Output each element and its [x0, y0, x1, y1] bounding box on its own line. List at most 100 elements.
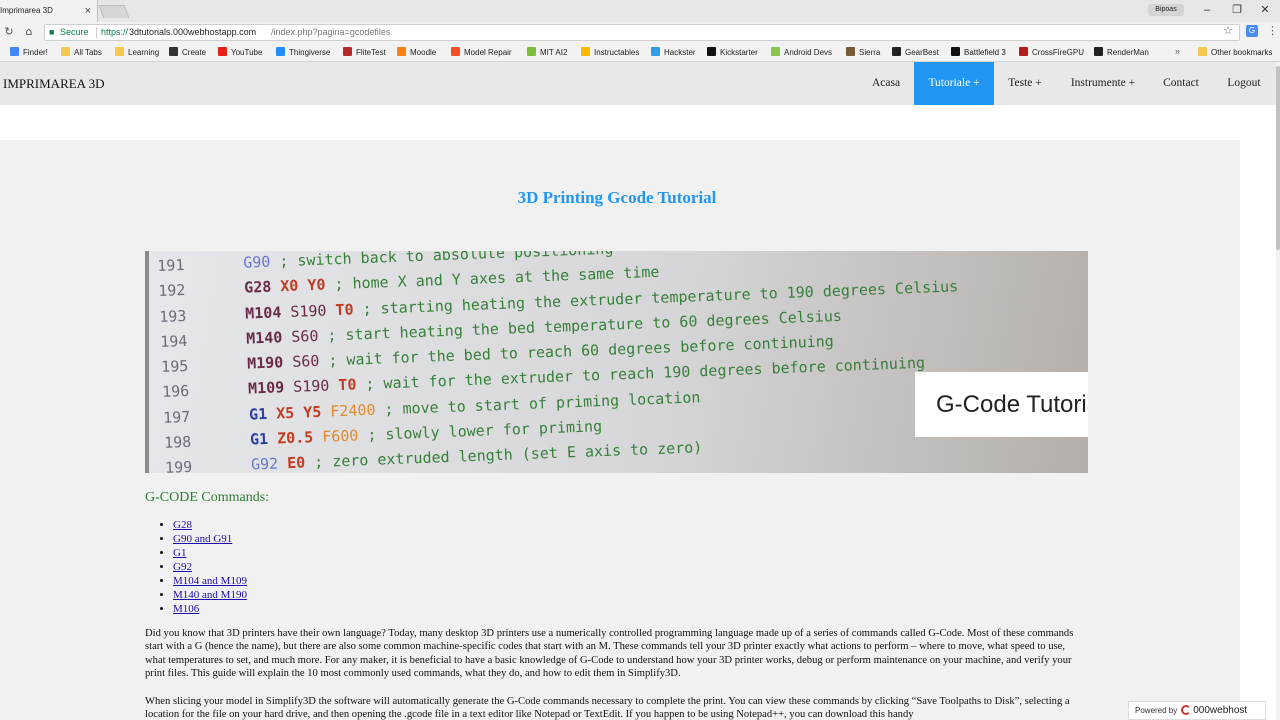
- kickstarter-icon: [707, 47, 716, 56]
- bookmark-finder-[interactable]: Finder!: [10, 46, 48, 59]
- gcode-parameter: Y5: [302, 402, 322, 422]
- bookmark-label: CrossFireGPU: [1032, 48, 1085, 57]
- hero-edge: [145, 251, 149, 473]
- bookmark-youtube[interactable]: YouTube: [218, 46, 262, 59]
- hero-label: G-Code Tutorial: [915, 372, 1088, 437]
- main-content: 3D Printing Gcode Tutorial 191 G90 ; swit…: [0, 140, 1240, 720]
- crossfire-icon: [1019, 47, 1028, 56]
- translate-extension-icon[interactable]: G: [1246, 25, 1258, 37]
- gcode-parameter: X5: [275, 403, 295, 423]
- command-link[interactable]: M104 and M109: [173, 575, 247, 587]
- nav-acasa[interactable]: Acasa: [858, 62, 914, 105]
- other-bookmarks-label: Other bookmarks: [1211, 48, 1273, 57]
- line-number: 196: [161, 382, 190, 402]
- address-bar[interactable]: ■ Secure https:// 3dtutorials.000webhost…: [44, 24, 1240, 41]
- bookmark-hackster[interactable]: Hackster: [651, 46, 696, 59]
- new-tab-button[interactable]: [98, 5, 130, 18]
- bookmark-label: Moodle: [410, 48, 437, 57]
- bookmark-mit-ai2[interactable]: MIT AI2: [527, 46, 567, 59]
- gcode-parameter: T0: [335, 300, 354, 319]
- scrollbar-thumb[interactable]: [1276, 66, 1280, 250]
- nav-logout[interactable]: Logout: [1212, 62, 1276, 105]
- bookmark-crossfiregpu[interactable]: CrossFireGPU: [1019, 46, 1084, 59]
- powered-by-badge[interactable]: Powered by 000webhost: [1128, 701, 1266, 720]
- bookmark-learning[interactable]: Learning: [115, 46, 159, 59]
- bookmark-gearbest[interactable]: GearBest: [892, 46, 939, 59]
- bookmark-battlefield-3[interactable]: Battlefield 3: [951, 46, 1006, 59]
- list-item: M140 and M190: [173, 588, 247, 602]
- bookmark-star-icon[interactable]: ☆: [1223, 24, 1233, 39]
- bookmark-all-tabs[interactable]: All Tabs: [61, 46, 102, 59]
- gcode-command: G90: [242, 252, 271, 272]
- home-icon[interactable]: ⌂: [22, 24, 36, 40]
- other-bookmarks[interactable]: Other bookmarks: [1198, 46, 1272, 59]
- microsoft-icon: [451, 47, 460, 56]
- gcode-command: G1: [249, 429, 269, 449]
- gcode-parameter: F2400: [329, 400, 376, 421]
- command-link[interactable]: M140 and M190: [173, 589, 247, 601]
- command-link[interactable]: G90 and G91: [173, 533, 232, 545]
- bookmark-instructables[interactable]: Instructables: [581, 46, 639, 59]
- host-name: 000webhost: [1193, 705, 1248, 716]
- flitetest-icon: [343, 47, 352, 56]
- bookmark-flitetest[interactable]: FliteTest: [343, 46, 386, 59]
- instructables-icon: [581, 47, 590, 56]
- close-tab-icon[interactable]: ×: [85, 0, 91, 22]
- site-brand[interactable]: IMPRIMAREA 3D: [3, 62, 105, 105]
- command-link[interactable]: G28: [173, 519, 192, 531]
- secure-label: Secure: [60, 27, 89, 37]
- battlefield-icon: [951, 47, 960, 56]
- command-link[interactable]: G1: [173, 547, 186, 559]
- url-scheme: https://: [101, 27, 129, 37]
- bookmark-moodle[interactable]: Moodle: [397, 46, 436, 59]
- bookmark-renderman[interactable]: RenderMan: [1094, 46, 1149, 59]
- bookmark-label: MIT AI2: [540, 48, 568, 57]
- list-item: G90 and G91: [173, 532, 247, 546]
- restore-button[interactable]: ❐: [1222, 0, 1252, 20]
- user-profile-button[interactable]: Bipoas: [1148, 4, 1184, 16]
- nav-instrumente[interactable]: Instrumente +: [1056, 62, 1150, 105]
- line-number: 199: [164, 458, 193, 473]
- bookmarks-overflow-icon[interactable]: »: [1175, 46, 1180, 56]
- bookmark-label: Hackster: [664, 48, 696, 57]
- nav-contact[interactable]: Contact: [1150, 62, 1212, 105]
- bookmark-thingiverse[interactable]: Thingiverse: [276, 46, 330, 59]
- bookmark-create[interactable]: Create: [169, 46, 206, 59]
- powered-by-label: Powered by: [1135, 706, 1178, 715]
- thingiverse-icon: [276, 47, 285, 56]
- tab-strip: Imprimarea 3D × Bipoas – ❐ ✕: [0, 0, 1280, 22]
- folder-icon: [1198, 47, 1207, 56]
- lock-icon: ■: [49, 27, 55, 37]
- line-number: 198: [163, 432, 192, 452]
- bookmark-kickstarter[interactable]: Kickstarter: [707, 46, 758, 59]
- gcode-parameter: S190: [290, 301, 327, 321]
- command-link[interactable]: G92: [173, 561, 192, 573]
- page-scrollbar[interactable]: [1276, 62, 1280, 720]
- nav-teste[interactable]: Teste +: [994, 62, 1056, 105]
- command-link[interactable]: M106: [173, 603, 199, 615]
- bookmark-sierra[interactable]: Sierra: [846, 46, 880, 59]
- line-number: 197: [162, 407, 191, 427]
- bookmark-label: Create: [182, 48, 207, 57]
- bookmark-label: Instructables: [594, 48, 640, 57]
- reload-icon[interactable]: ↻: [2, 24, 16, 40]
- folder-icon: [61, 47, 70, 56]
- gearbest-icon: [892, 47, 901, 56]
- browser-tab[interactable]: Imprimarea 3D ×: [0, 0, 98, 22]
- list-item: G28: [173, 518, 247, 532]
- close-window-button[interactable]: ✕: [1250, 0, 1280, 20]
- bookmark-label: FliteTest: [356, 48, 386, 57]
- list-item: G1: [173, 546, 247, 560]
- minimize-button[interactable]: –: [1192, 0, 1222, 20]
- youtube-icon: [218, 47, 227, 56]
- bookmark-android-devs[interactable]: Android Devs: [771, 46, 832, 59]
- line-number: 194: [159, 331, 188, 351]
- gcode-parameter: Y0: [307, 275, 326, 295]
- bookmark-label: Thingiverse: [289, 48, 331, 57]
- gcode-parameter: S190: [292, 376, 330, 397]
- bookmark-label: Finder!: [23, 48, 48, 57]
- gcode-command: M109: [247, 378, 285, 399]
- browser-menu-icon[interactable]: ⋮: [1267, 24, 1278, 37]
- bookmark-model-repair[interactable]: Model Repair: [451, 46, 512, 59]
- nav-tutoriale[interactable]: Tutoriale +: [914, 62, 994, 105]
